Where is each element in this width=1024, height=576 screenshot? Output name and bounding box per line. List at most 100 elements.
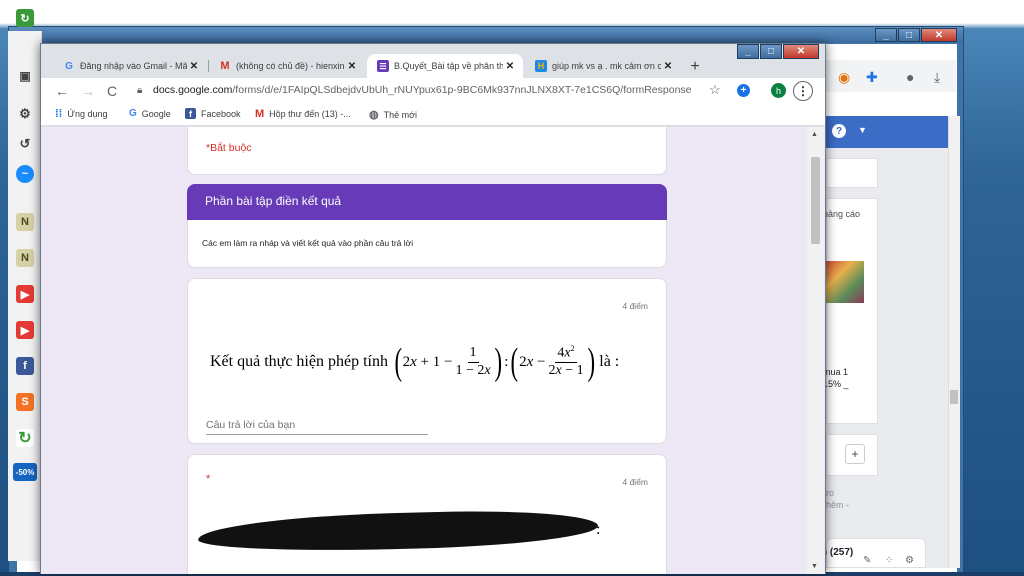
forward-arrow-icon[interactable]: → <box>79 82 97 100</box>
section-header: Phần bài tập điền kết quả <box>187 184 667 220</box>
sale-badge[interactable]: -50% <box>13 463 37 481</box>
bookmark-apps[interactable]: ⁞⁞ Ứng dụng <box>55 108 108 120</box>
back-page-header: ? ▼ <box>826 116 948 148</box>
tab-close-icon[interactable]: ✕ <box>345 61 359 72</box>
question-prefix: Kết quả thực hiện phép tính <box>210 353 388 370</box>
app-logo-icon[interactable]: ↻ <box>16 429 34 447</box>
tab-close-icon[interactable]: ✕ <box>661 61 675 72</box>
close-icon[interactable]: ✕ <box>921 28 957 42</box>
back-arrow-icon[interactable]: ← <box>53 82 71 100</box>
question-card: 4 điểm Kết quả thực hiện phép tính ( 2x … <box>187 278 667 444</box>
hoc24-icon: H <box>535 60 547 72</box>
bookmark-google[interactable]: G Google <box>129 108 171 119</box>
compose-icon[interactable]: ✎ <box>863 555 871 566</box>
reload-icon[interactable]: C <box>103 82 121 100</box>
side-toolbar: ↻ ▣ ⚙ ↺ ~ N N ▶ ▶ f S ↻ -50% <box>8 9 42 561</box>
bookmark-label: Thẻ mới <box>383 109 418 120</box>
bookmarks-bar: ⁞⁞ Ứng dụng G Google f Facebook M Hộp th… <box>41 104 825 126</box>
bookmark-label: Ứng dụng <box>67 109 108 119</box>
forms-icon: ☰ <box>377 60 389 72</box>
bookmark-label: Google <box>141 108 171 119</box>
facebook-icon[interactable]: f <box>16 357 34 375</box>
history-icon[interactable]: ↺ <box>16 135 34 153</box>
ad-label: uảng cáo <box>823 209 861 219</box>
browser-menu-icon[interactable]: ⋮ <box>793 81 813 101</box>
scroll-up-arrow-icon[interactable]: ▲ <box>811 131 818 138</box>
tab-close-icon[interactable]: ✕ <box>503 61 517 72</box>
tab-gmail-message[interactable]: M (không có chủ đề) - hienxin ✕ <box>209 54 365 78</box>
back-card <box>826 158 878 188</box>
bookmark-facebook[interactable]: f Facebook <box>185 108 241 119</box>
page-scrollbar-thumb[interactable] <box>811 157 820 244</box>
back-text-line: ro <box>826 488 835 498</box>
redacted-question-text <box>197 507 599 555</box>
form-page: *Bắt buộc Phần bài tập điền kết quả Các … <box>41 127 825 574</box>
question-colon: : <box>596 521 601 538</box>
bookmark-new-tab[interactable]: ◍ Thẻ mới <box>369 108 417 121</box>
tab-title: Đăng nhập vào Gmail - Mã <box>80 61 187 71</box>
help-icon[interactable]: ? <box>832 124 846 138</box>
tab-google-form[interactable]: ☰ B.Quyết_Bài tập về phân th ✕ <box>367 54 523 78</box>
chrome-window: _ □ ✕ G Đăng nhập vào Gmail - Mã ✕ M (kh… <box>40 43 826 574</box>
settings-gear-icon[interactable]: ⚙ <box>16 105 34 123</box>
back-text-line: hêm - <box>826 500 850 510</box>
sidebar-toggle-icon[interactable]: ▣ <box>16 67 34 85</box>
tab-hoc24[interactable]: H giúp mk vs ạ . mk cảm ơn c ✕ <box>525 54 681 78</box>
bookmark-inbox[interactable]: M Hộp thư đến (13) -... <box>255 108 351 120</box>
youtube-icon[interactable]: ▶ <box>16 321 34 339</box>
section-description: Các em làm ra nháp và viết kết quả vào p… <box>202 238 414 248</box>
globe-icon: ◍ <box>369 109 379 121</box>
question-card: * 4 điểm : <box>187 454 667 574</box>
account-icon[interactable]: ● <box>906 69 914 85</box>
profile-avatar[interactable]: h <box>771 83 786 98</box>
url-host: docs.google.com <box>153 84 233 96</box>
tab-close-icon[interactable]: ✕ <box>187 61 201 72</box>
back-scrollbar[interactable] <box>948 116 960 568</box>
chat-tab[interactable]: n (257) ✎ ⁘ ⚙ <box>821 538 926 568</box>
question-points: 4 điểm <box>622 477 648 487</box>
section-body: Các em làm ra nháp và viết kết quả vào p… <box>187 220 667 268</box>
required-asterisk: * <box>206 473 211 485</box>
back-window-titlebar: _ □ ✕ <box>9 27 963 43</box>
promo-line-1: mua 1 <box>823 367 849 377</box>
back-scrollbar-thumb[interactable] <box>950 390 958 404</box>
ad-card[interactable]: uảng cáo mua 1 15% _ <box>823 198 878 424</box>
google-icon: G <box>65 60 73 72</box>
extension-plus-icon[interactable]: + <box>737 84 750 97</box>
app-logo-icon[interactable]: ↻ <box>16 9 34 27</box>
minimize-icon[interactable]: _ <box>875 28 897 42</box>
extension-plus-icon[interactable]: ✚ <box>866 69 878 86</box>
youtube-icon[interactable]: ▶ <box>16 285 34 303</box>
scroll-down-arrow-icon[interactable]: ▼ <box>811 563 818 570</box>
tab-title: (không có chủ đề) - hienxin <box>236 61 345 71</box>
add-button[interactable]: + <box>845 444 865 464</box>
promo-line-2: 15% _ <box>823 379 849 389</box>
bookmark-star-icon[interactable]: ☆ <box>709 82 721 98</box>
messenger-icon[interactable]: ~ <box>16 165 34 183</box>
math-expression: ( 2x + 1 − 11 − 2x ) : ( 2x − 4x2 2x − 1 … <box>394 341 595 383</box>
google-icon: G <box>129 108 137 119</box>
gmail-icon: M <box>220 60 230 72</box>
required-note: *Bắt buộc <box>206 142 252 154</box>
new-tab-plus-icon[interactable]: + <box>686 58 704 76</box>
download-icon[interactable]: ⤓ <box>934 69 940 86</box>
address-bar[interactable]: docs.google.com/forms/d/e/1FAIpQLSdbejdv… <box>153 84 692 96</box>
notepad-icon[interactable]: N <box>16 213 34 231</box>
shopping-bag-icon[interactable]: S <box>16 393 34 411</box>
extension-icon[interactable]: ◉ <box>838 69 850 86</box>
apps-icon: ⁞⁞ <box>55 108 63 120</box>
gear-icon[interactable]: ⚙ <box>905 555 914 566</box>
bookmark-label: Hộp thư đến (13) -... <box>269 109 351 119</box>
answer-input[interactable]: Câu trả lời của bạn <box>206 419 428 435</box>
tab-gmail-login[interactable]: G Đăng nhập vào Gmail - Mã ✕ <box>53 54 207 78</box>
notepad-icon[interactable]: N <box>16 249 34 267</box>
back-browser-toolbar: ◉ ✚ ● ⤓ <box>826 60 956 92</box>
bookmark-label: Facebook <box>201 108 241 119</box>
dropdown-arrow-icon[interactable]: ▼ <box>858 125 867 135</box>
maximize-icon[interactable]: □ <box>898 28 920 42</box>
ad-image <box>826 261 864 303</box>
contacts-icon[interactable]: ⁘ <box>885 555 893 566</box>
back-window-controls: _ □ ✕ <box>875 28 957 42</box>
tab-title: B.Quyết_Bài tập về phân th <box>394 61 503 71</box>
lock-icon[interactable]: 🔒︎ <box>137 85 142 96</box>
